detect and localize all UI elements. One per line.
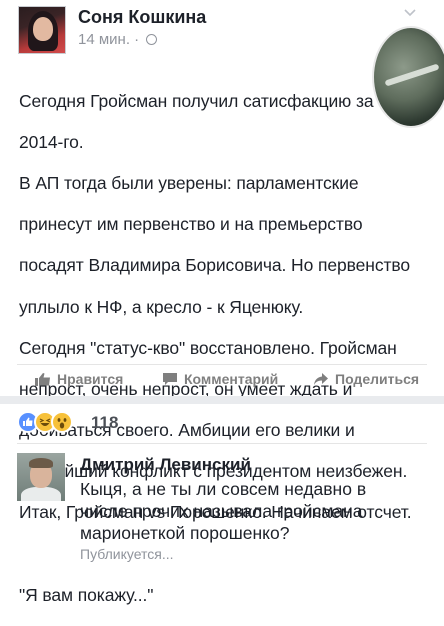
share-arrow-icon: [314, 373, 328, 385]
section-separator: [0, 396, 444, 404]
divider: [17, 364, 427, 365]
post-text-line: Сегодня "статус-кво" восстановлено. Грой…: [19, 337, 397, 358]
comment-text-line: Кыця, а не ты ли совсем недавно в: [80, 479, 367, 499]
post-text-line: Сегодня Гройсман получил сатисфакцию за: [19, 90, 374, 111]
post-text-line: уплыло к НФ, а кресло - к Яценюку.: [19, 296, 304, 317]
divider: [17, 443, 427, 444]
post-text-line: "Я вам покажу...": [19, 584, 154, 605]
comment-body: Кыця, а не ты ли совсем недавно в числе …: [80, 478, 430, 544]
wow-reaction-icon: [51, 411, 73, 433]
like-label: Нравится: [57, 371, 124, 387]
post-text-line: принесут им первенство и на премьерство: [19, 214, 363, 235]
meta-separator: ·: [134, 31, 140, 48]
post-text-line: добиваться своего. Амбиции его велики и: [19, 420, 355, 441]
globe-icon: [146, 34, 158, 45]
chevron-down-icon[interactable]: [403, 6, 417, 20]
thumbs-up-icon: [35, 373, 50, 386]
action-bar: Нравится Комментарий Поделиться: [17, 371, 437, 391]
post-text-line: 2014-го.: [19, 131, 84, 152]
comment-bubble-icon: [163, 373, 177, 385]
comment-status: Публикуется...: [80, 546, 174, 562]
comment-text-line: марионеткой порошенко?: [80, 523, 290, 543]
comment-author-name[interactable]: Дмитрий Левинский: [80, 455, 251, 475]
share-button[interactable]: Поделиться: [313, 371, 419, 387]
reactions-summary[interactable]: [17, 411, 73, 433]
post-author-name[interactable]: Соня Кошкина: [78, 7, 206, 28]
post-text-line: В АП тогда были уверены: парламентские: [19, 172, 359, 193]
post-meta: 14 мин. ·: [78, 31, 158, 48]
reaction-count[interactable]: 118: [91, 413, 118, 433]
author-avatar[interactable]: [18, 6, 66, 54]
comment-label: Комментарий: [184, 371, 279, 387]
commenter-avatar[interactable]: [17, 453, 65, 501]
post-timestamp[interactable]: 14 мин.: [78, 31, 130, 48]
like-button[interactable]: Нравится: [35, 371, 123, 387]
comment-button[interactable]: Комментарий: [162, 371, 278, 387]
post-text-line: посадят Владимира Борисовича. Но первенс…: [19, 255, 411, 276]
comment-text-line: числе прочих называла гройсмана: [80, 501, 363, 521]
share-label: Поделиться: [335, 371, 420, 387]
